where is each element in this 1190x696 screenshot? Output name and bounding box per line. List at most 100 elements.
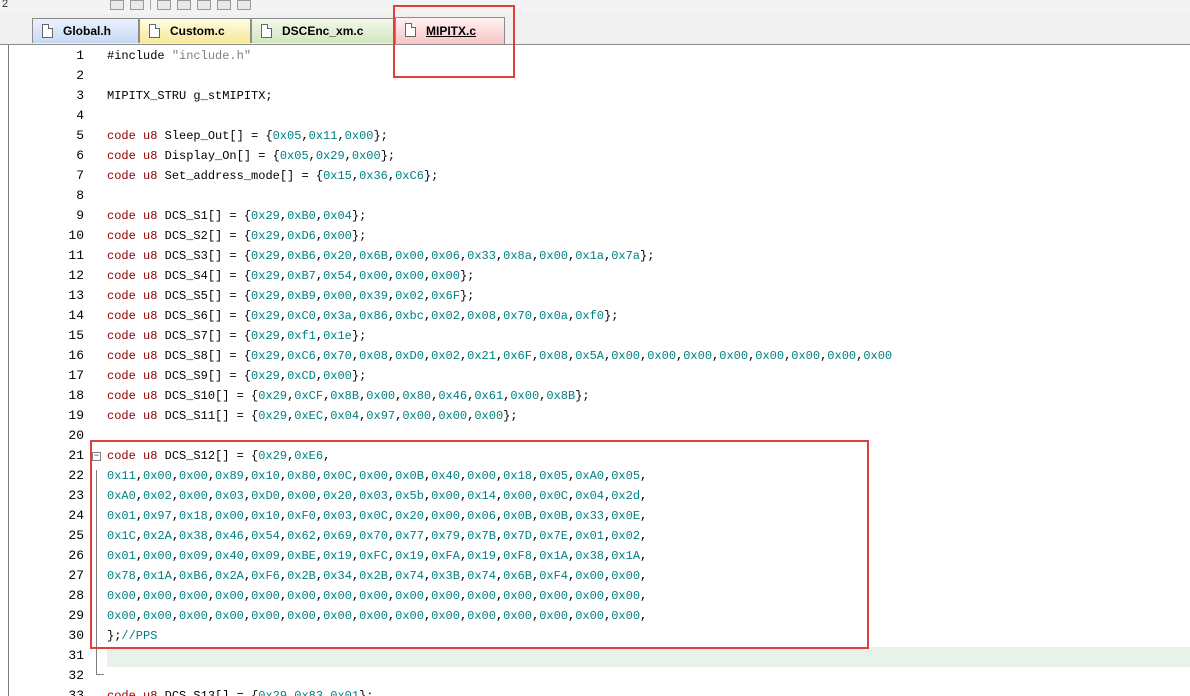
code-line[interactable]: 23 0xA0,0x02,0x00,0x03,0xD0,0x00,0x20,0x0… [0,487,1190,507]
code-text: code u8 DCS_S3[] = {0x29,0xB6,0x20,0x6B,… [107,249,655,263]
filter-icon[interactable] [217,0,231,10]
code-line[interactable]: 9 code u8 DCS_S1[] = {0x29,0xB0,0x04}; [0,207,1190,227]
line-number: 6 [76,148,84,163]
code-text: code u8 Set_address_mode[] = {0x15,0x36,… [107,169,439,183]
file-icon [261,24,272,38]
window-icon[interactable] [157,0,171,10]
code-text: code u8 DCS_S2[] = {0x29,0xD6,0x00}; [107,229,367,243]
code-line[interactable]: 1 #include "include.h" [0,47,1190,67]
code-text: code u8 DCS_S4[] = {0x29,0xB7,0x54,0x00,… [107,269,475,283]
line-number: 13 [68,288,84,303]
code-line[interactable]: 6 code u8 Display_On[] = {0x05,0x29,0x00}… [0,147,1190,167]
code-line[interactable]: 12 code u8 DCS_S4[] = {0x29,0xB7,0x54,0x0… [0,267,1190,287]
tab-mipitx-c[interactable]: MIPITX.c [395,17,505,44]
code-line[interactable]: 13 code u8 DCS_S5[] = {0x29,0xB9,0x00,0x3… [0,287,1190,307]
code-text: 0x01,0x97,0x18,0x00,0x10,0xF0,0x03,0x0C,… [107,509,648,523]
code-line[interactable]: 22 0x11,0x00,0x00,0x89,0x10,0x80,0x0C,0x0… [0,467,1190,487]
tab-custom-c[interactable]: Custom.c [139,18,251,43]
code-line[interactable]: 7 code u8 Set_address_mode[] = {0x15,0x36… [0,167,1190,187]
code-line[interactable]: 4 [0,107,1190,127]
fold-toggle-icon[interactable]: − [92,452,101,461]
code-editor[interactable]: 1 #include "include.h" 2 3 MIPITX_STRU g_stM… [0,45,1190,696]
code-line[interactable]: 15 code u8 DCS_S7[] = {0x29,0xf1,0x1e}; [0,327,1190,347]
code-line[interactable]: 18 code u8 DCS_S10[] = {0x29,0xCF,0x8B,0x… [0,387,1190,407]
tab-dscenc-xm-c[interactable]: DSCEnc_xm.c [251,18,395,43]
code-line[interactable]: 32 [0,667,1190,687]
file-icon [149,24,160,38]
tab-global-h[interactable]: Global.h [32,18,139,43]
code-line[interactable]: 14 code u8 DCS_S6[] = {0x29,0xC0,0x3a,0x8… [0,307,1190,327]
code-line[interactable]: 3 MIPITX_STRU g_stMIPITX; [0,87,1190,107]
code-line[interactable]: 20 [0,427,1190,447]
code-line[interactable]: 2 [0,67,1190,87]
dropdown-icon[interactable] [110,0,124,10]
line-number: 15 [68,328,84,343]
code-text: code u8 DCS_S7[] = {0x29,0xf1,0x1e}; [107,329,367,343]
code-text: 0x78,0x1A,0xB6,0x2A,0xF6,0x2B,0x34,0x2B,… [107,569,648,583]
line-number: 8 [76,188,84,203]
line-number: 24 [68,508,84,523]
code-text: 0x01,0x00,0x09,0x40,0x09,0xBE,0x19,0xFC,… [107,549,648,563]
code-line[interactable]: 24 0x01,0x97,0x18,0x00,0x10,0xF0,0x03,0x0… [0,507,1190,527]
code-line[interactable]: 31 [0,647,1190,667]
line-number: 26 [68,548,84,563]
code-line[interactable]: 8 [0,187,1190,207]
toolbar-icons [110,0,251,14]
fold-guide [96,470,97,675]
tab-label: DSCEnc_xm.c [282,24,364,38]
line-number: 33 [68,688,84,696]
line-number: 21 [68,448,84,463]
line-number: 3 [76,88,84,103]
code-line[interactable]: 16 code u8 DCS_S8[] = {0x29,0xC6,0x70,0x0… [0,347,1190,367]
line-number: 10 [68,228,84,243]
line-number: 14 [68,308,84,323]
line-number: 7 [76,168,84,183]
line-number: 20 [68,428,84,443]
code-line[interactable]: 5 code u8 Sleep_Out[] = {0x05,0x11,0x00}; [0,127,1190,147]
code-text: code u8 Sleep_Out[] = {0x05,0x11,0x00}; [107,129,388,143]
line-number: 28 [68,588,84,603]
code-line[interactable]: 17 code u8 DCS_S9[] = {0x29,0xCD,0x00}; [0,367,1190,387]
code-line[interactable]: 25 0x1C,0x2A,0x38,0x46,0x54,0x62,0x69,0x7… [0,527,1190,547]
code-text: code u8 DCS_S6[] = {0x29,0xC0,0x3a,0x86,… [107,309,619,323]
code-text: 0x00,0x00,0x00,0x00,0x00,0x00,0x00,0x00,… [107,589,648,603]
tab-label: MIPITX.c [426,24,477,38]
line-number: 31 [68,648,84,663]
code-line[interactable]: 29 0x00,0x00,0x00,0x00,0x00,0x00,0x00,0x0… [0,607,1190,627]
code-text: 0x00,0x00,0x00,0x00,0x00,0x00,0x00,0x00,… [107,609,648,623]
code-text: code u8 DCS_S11[] = {0x29,0xEC,0x04,0x97… [107,409,518,423]
line-number: 27 [68,568,84,583]
settings-icon[interactable] [237,0,251,10]
code-text: code u8 DCS_S9[] = {0x29,0xCD,0x00}; [107,369,367,383]
frame-icon[interactable] [177,0,191,10]
line-number: 2 [76,68,84,83]
code-line[interactable]: 19 code u8 DCS_S11[] = {0x29,0xEC,0x04,0x… [0,407,1190,427]
code-line[interactable]: 26 0x01,0x00,0x09,0x40,0x09,0xBE,0x19,0xF… [0,547,1190,567]
tab-bar: Global.h Custom.c DSCEnc_xm.c MIPITX.c [0,14,1190,45]
code-line[interactable]: 33 code u8 DCS_S13[] = {0x29,0x83,0x01}; [0,687,1190,696]
code-line[interactable]: 11 code u8 DCS_S3[] = {0x29,0xB6,0x20,0x6… [0,247,1190,267]
code-line[interactable]: 30};//PPS [0,627,1190,647]
line-number: 1 [76,48,84,63]
line-number: 16 [68,348,84,363]
code-line[interactable]: 28 0x00,0x00,0x00,0x00,0x00,0x00,0x00,0x0… [0,587,1190,607]
code-text: };//PPS [107,629,158,643]
code-text: code u8 DCS_S5[] = {0x29,0xB9,0x00,0x39,… [107,289,475,303]
line-number: 18 [68,388,84,403]
line-number: 29 [68,608,84,623]
code-line[interactable]: 10 code u8 DCS_S2[] = {0x29,0xD6,0x00}; [0,227,1190,247]
bookmark-icon[interactable] [197,0,211,10]
line-number: 11 [68,248,84,263]
file-icon [405,23,416,37]
line-number: 25 [68,528,84,543]
line-number: 23 [68,488,84,503]
code-text: code u8 DCS_S10[] = {0x29,0xCF,0x8B,0x00… [107,389,590,403]
code-text: code u8 DCS_S8[] = {0x29,0xC6,0x70,0x08,… [107,349,893,363]
fold-guide-end [96,674,104,675]
code-line[interactable]: 21− code u8 DCS_S12[] = {0x29,0xE6, [0,447,1190,467]
code-text: 0xA0,0x02,0x00,0x03,0xD0,0x00,0x20,0x03,… [107,489,648,503]
cut-icon[interactable] [130,0,144,10]
code-line[interactable]: 27 0x78,0x1A,0xB6,0x2A,0xF6,0x2B,0x34,0x2… [0,567,1190,587]
current-line-highlight [107,647,1190,667]
code-text: #include "include.h" [107,49,252,63]
